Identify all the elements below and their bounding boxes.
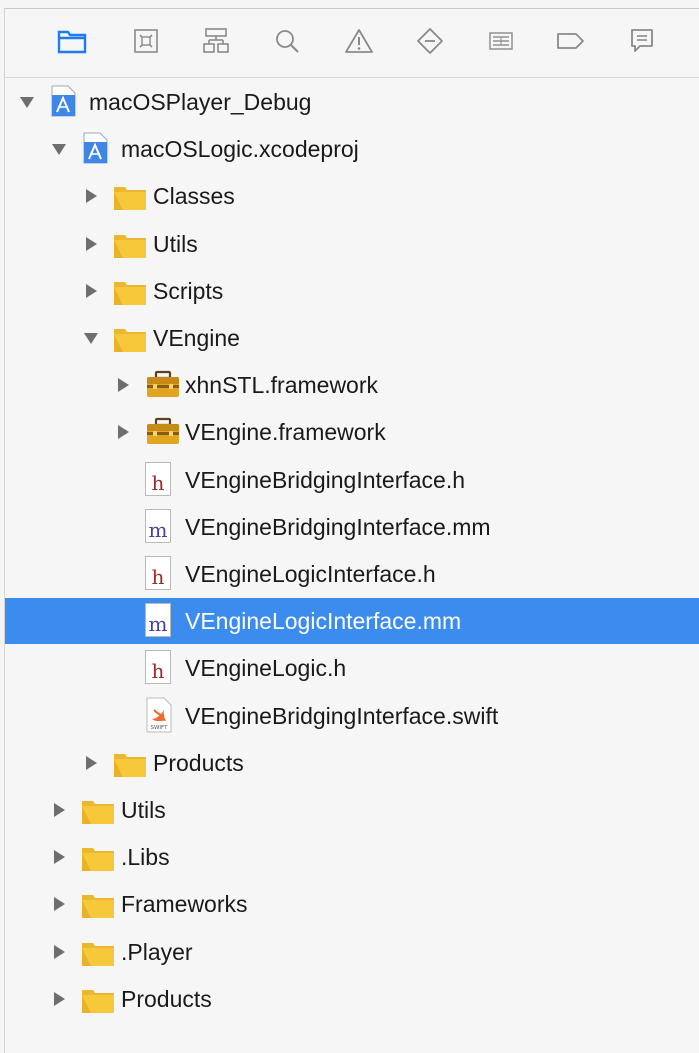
issue-navigator-icon[interactable] bbox=[341, 23, 377, 59]
tree-row-label: Utils bbox=[121, 797, 166, 823]
disclosure-triangle-collapsed-icon[interactable] bbox=[51, 896, 65, 912]
objc-file-icon: m bbox=[145, 603, 171, 638]
tree-row-label: Utils bbox=[153, 230, 198, 257]
tree-row[interactable]: Classes bbox=[5, 173, 699, 219]
folder-icon bbox=[113, 750, 146, 780]
tree-row-label: xhnSTL.framework bbox=[185, 372, 379, 399]
disclosure-triangle-expanded-icon[interactable] bbox=[51, 141, 66, 157]
tree-row-label: Scripts bbox=[153, 277, 224, 304]
tree-row[interactable]: macOSLogic.xcodeproj bbox=[5, 126, 699, 172]
disclosure-triangle-collapsed-icon[interactable] bbox=[51, 802, 65, 818]
tree-row[interactable]: Utils bbox=[5, 787, 699, 833]
project-navigator-icon[interactable] bbox=[54, 23, 90, 59]
disclosure-triangle-collapsed-icon[interactable] bbox=[115, 377, 129, 393]
tree-row[interactable]: Scripts bbox=[5, 268, 699, 314]
test-navigator-icon[interactable] bbox=[412, 23, 448, 59]
folder-icon bbox=[113, 278, 146, 308]
folder-icon bbox=[113, 183, 146, 213]
tree-row[interactable]: .Libs bbox=[5, 834, 699, 880]
folder-icon bbox=[113, 231, 146, 261]
tree-row-label: Products bbox=[153, 749, 244, 776]
tree-row[interactable]: h VEngineLogicInterface.h bbox=[5, 551, 699, 597]
tree-row-label: VEngine bbox=[153, 325, 240, 351]
tree-row-label: .Player bbox=[121, 938, 193, 965]
folder-icon bbox=[113, 325, 146, 355]
svg-text:SWIFT: SWIFT bbox=[151, 725, 169, 731]
disclosure-triangle-collapsed-icon[interactable] bbox=[83, 283, 97, 299]
tree-row-label: macOSLogic.xcodeproj bbox=[121, 136, 359, 163]
tree-row[interactable]: m VEngineLogicInterface.mm bbox=[5, 598, 699, 645]
symbol-navigator-icon[interactable] bbox=[198, 23, 234, 59]
tree-row-label: macOSPlayer_Debug bbox=[89, 89, 312, 115]
disclosure-triangle-expanded-icon[interactable] bbox=[83, 330, 98, 346]
folder-icon bbox=[81, 844, 114, 874]
tree-row[interactable]: h VEngineBridgingInterface.h bbox=[5, 457, 699, 503]
tree-row[interactable]: m VEngineBridgingInterface.mm bbox=[5, 504, 699, 550]
tree-row[interactable]: VEngine.framework bbox=[5, 409, 699, 455]
disclosure-triangle-collapsed-icon[interactable] bbox=[115, 424, 129, 440]
navigator-toolbar bbox=[5, 9, 699, 78]
header-file-icon: h bbox=[145, 461, 171, 496]
tree-row-label: .Libs bbox=[121, 844, 170, 871]
project-navigator-panel: macOSPlayer_Debug macOSLogic.xcodeproj Cla… bbox=[4, 8, 699, 1053]
folder-icon bbox=[81, 939, 114, 969]
disclosure-triangle-collapsed-icon[interactable] bbox=[83, 236, 97, 252]
xcode-project-icon bbox=[81, 132, 113, 164]
folder-icon bbox=[81, 986, 114, 1016]
tree-row[interactable]: .Player bbox=[5, 929, 699, 975]
breakpoint-navigator-icon[interactable] bbox=[553, 23, 589, 59]
framework-toolbox-icon bbox=[145, 369, 179, 399]
disclosure-triangle-collapsed-icon[interactable] bbox=[51, 991, 65, 1007]
source-control-icon[interactable] bbox=[128, 23, 164, 59]
header-file-icon: h bbox=[145, 556, 171, 590]
tree-row-label: VEngineBridgingInterface.h bbox=[185, 466, 466, 493]
header-file-icon: h bbox=[145, 650, 171, 685]
tree-row[interactable]: Products bbox=[5, 740, 699, 786]
tree-row-label: VEngineBridgingInterface.mm bbox=[185, 513, 491, 540]
tree-row[interactable]: Products bbox=[5, 976, 699, 1022]
tree-row-label: VEngineLogic.h bbox=[185, 655, 347, 682]
disclosure-triangle-collapsed-icon[interactable] bbox=[83, 188, 97, 204]
tree-row-label: VEngineBridgingInterface.swift bbox=[185, 702, 499, 729]
tree-row-label: Products bbox=[121, 985, 212, 1012]
disclosure-triangle-collapsed-icon[interactable] bbox=[51, 849, 65, 865]
objc-file-icon: m bbox=[145, 508, 171, 543]
tree-row[interactable]: h VEngineLogic.h bbox=[5, 645, 699, 691]
framework-toolbox-icon bbox=[145, 416, 179, 446]
disclosure-triangle-collapsed-icon[interactable] bbox=[51, 944, 65, 960]
debug-navigator-icon[interactable] bbox=[483, 23, 519, 59]
swift-file-icon: SWIFT bbox=[145, 697, 177, 733]
folder-icon bbox=[81, 891, 114, 921]
folder-icon bbox=[81, 797, 114, 827]
workspace-project-icon bbox=[49, 85, 81, 117]
tree-row[interactable]: SWIFT VEngineBridgingInterface.swift bbox=[5, 693, 699, 739]
tree-row[interactable]: Frameworks bbox=[5, 881, 699, 927]
tree-row-label: VEngine.framework bbox=[185, 419, 386, 446]
tree-row-label: Frameworks bbox=[121, 891, 248, 918]
tree-row-label: VEngineLogicInterface.mm bbox=[185, 608, 462, 635]
tree-row[interactable]: xhnSTL.framework bbox=[5, 362, 699, 408]
tree-row[interactable]: Utils bbox=[5, 221, 699, 267]
tree-row[interactable]: macOSPlayer_Debug bbox=[5, 79, 699, 125]
disclosure-triangle-collapsed-icon[interactable] bbox=[83, 755, 97, 771]
tree-row[interactable]: VEngine bbox=[5, 315, 699, 361]
tree-row-label: VEngineLogicInterface.h bbox=[185, 561, 436, 587]
tree-row-label: Classes bbox=[153, 183, 235, 210]
disclosure-triangle-expanded-icon[interactable] bbox=[19, 94, 34, 110]
find-navigator-icon[interactable] bbox=[269, 23, 305, 59]
report-navigator-icon[interactable] bbox=[624, 23, 660, 59]
